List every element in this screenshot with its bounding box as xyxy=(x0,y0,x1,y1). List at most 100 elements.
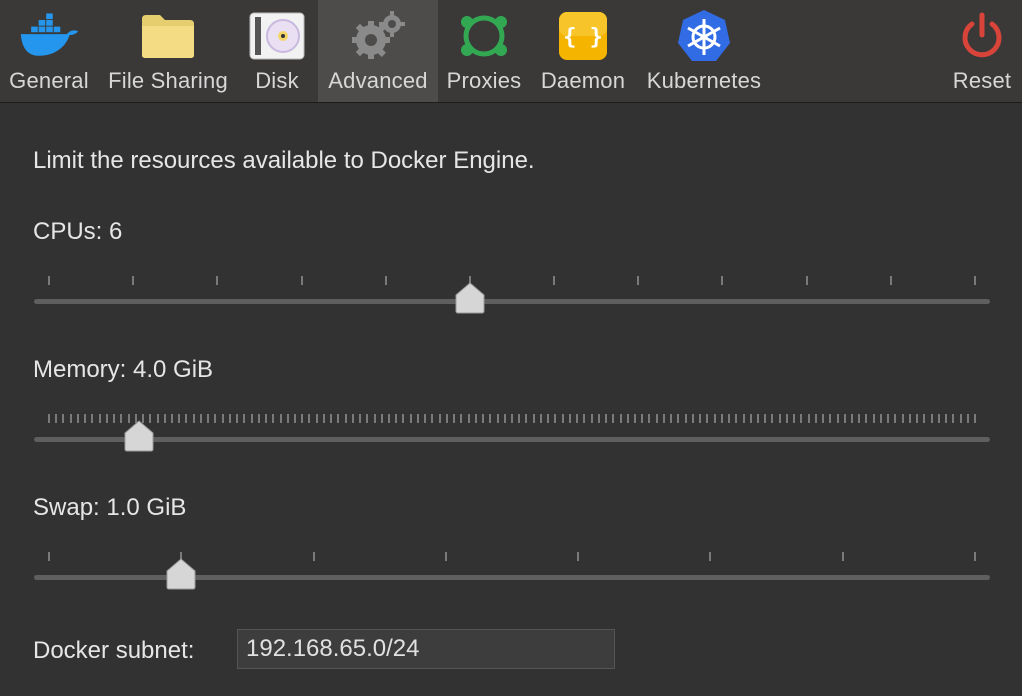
slider-tick xyxy=(637,276,640,285)
slider-tick xyxy=(945,414,948,423)
slider-tick xyxy=(503,414,506,423)
slider-tick xyxy=(721,276,724,285)
slider-tick xyxy=(84,414,87,423)
swap-slider[interactable] xyxy=(34,552,990,600)
slider-tick xyxy=(728,414,731,423)
docker-subnet-input[interactable] xyxy=(237,629,615,669)
slider-tick xyxy=(301,414,304,423)
memory-slider-thumb[interactable] xyxy=(123,420,155,452)
slider-tick xyxy=(344,414,347,423)
slider-tick xyxy=(384,276,387,285)
slider-tick xyxy=(889,276,892,285)
slider-tick xyxy=(286,414,289,423)
slider-tick xyxy=(265,414,268,423)
slider-tick xyxy=(62,414,65,423)
slider-tick xyxy=(170,414,173,423)
slider-tick xyxy=(814,414,817,423)
reset-button[interactable]: Reset xyxy=(946,0,1018,102)
slider-tick xyxy=(879,414,882,423)
slider-tick xyxy=(655,414,658,423)
slider-tick xyxy=(308,414,311,423)
tab-label: Daemon xyxy=(540,68,626,93)
tab-daemon[interactable]: { } Daemon xyxy=(536,0,630,102)
slider-tick xyxy=(805,276,808,285)
slider-tick xyxy=(445,414,448,423)
slider-tick xyxy=(438,414,441,423)
slider-tick xyxy=(113,414,116,423)
cpus-slider-track[interactable] xyxy=(34,299,990,304)
slider-tick xyxy=(178,414,181,423)
slider-tick xyxy=(597,414,600,423)
cpus-slider-ticks xyxy=(34,276,990,286)
slider-tick xyxy=(330,414,333,423)
slider-tick xyxy=(778,414,781,423)
slider-tick xyxy=(55,414,58,423)
slider-tick xyxy=(373,414,376,423)
slider-tick xyxy=(749,414,752,423)
slider-tick xyxy=(359,414,362,423)
slider-tick xyxy=(366,414,369,423)
slider-tick xyxy=(250,414,253,423)
slider-tick xyxy=(735,414,738,423)
slider-tick xyxy=(214,414,217,423)
folder-icon xyxy=(137,8,199,64)
slider-tick xyxy=(764,414,767,423)
tab-label: Kubernetes xyxy=(646,68,762,93)
slider-tick xyxy=(228,414,231,423)
tab-kubernetes[interactable]: Kubernetes xyxy=(640,0,768,102)
slider-tick xyxy=(192,414,195,423)
slider-tick xyxy=(974,414,976,423)
slider-tick xyxy=(351,414,354,423)
slider-tick xyxy=(48,552,50,561)
memory-slider[interactable] xyxy=(34,414,990,462)
slider-tick xyxy=(709,552,712,561)
tab-general[interactable]: General xyxy=(3,0,95,102)
slider-tick xyxy=(612,414,615,423)
slider-tick xyxy=(518,414,521,423)
memory-label: Memory: 4.0 GiB xyxy=(33,356,214,383)
slider-tick xyxy=(539,414,542,423)
slider-tick xyxy=(677,414,680,423)
slider-tick xyxy=(641,414,644,423)
slider-tick xyxy=(923,414,926,423)
swap-label: Swap: 1.0 GiB xyxy=(33,494,187,521)
slider-tick xyxy=(756,414,759,423)
slider-tick xyxy=(836,414,839,423)
docker-whale-icon xyxy=(18,8,80,64)
slider-tick xyxy=(937,414,940,423)
slider-tick xyxy=(577,552,580,561)
resources-description: Limit the resources available to Docker … xyxy=(33,147,535,174)
slider-tick xyxy=(69,414,72,423)
slider-tick xyxy=(91,414,94,423)
slider-tick xyxy=(590,414,593,423)
cpus-slider-thumb[interactable] xyxy=(454,282,486,314)
proxies-icon xyxy=(453,8,515,64)
slider-tick xyxy=(872,414,875,423)
slider-tick xyxy=(221,414,224,423)
slider-tick xyxy=(605,414,608,423)
swap-slider-thumb[interactable] xyxy=(165,558,197,590)
tab-label: General xyxy=(9,68,89,93)
tab-advanced[interactable]: Advanced xyxy=(318,0,438,102)
tab-disk[interactable]: Disk xyxy=(244,0,310,102)
slider-tick xyxy=(48,414,50,423)
cpus-slider[interactable] xyxy=(34,276,990,324)
slider-tick xyxy=(489,414,492,423)
power-icon xyxy=(951,8,1013,64)
slider-tick xyxy=(706,414,709,423)
memory-slider-track[interactable] xyxy=(34,437,990,442)
slider-tick xyxy=(496,414,499,423)
slider-tick xyxy=(76,414,79,423)
slider-tick xyxy=(561,414,564,423)
tab-proxies[interactable]: Proxies xyxy=(442,0,526,102)
slider-tick xyxy=(431,414,434,423)
slider-tick xyxy=(930,414,933,423)
slider-tick xyxy=(416,414,419,423)
slider-tick xyxy=(916,414,919,423)
slider-tick xyxy=(395,414,398,423)
slider-tick xyxy=(887,414,890,423)
slider-tick xyxy=(132,276,135,285)
tab-file-sharing[interactable]: File Sharing xyxy=(102,0,234,102)
slider-tick xyxy=(952,414,955,423)
tab-label: File Sharing xyxy=(108,68,228,93)
